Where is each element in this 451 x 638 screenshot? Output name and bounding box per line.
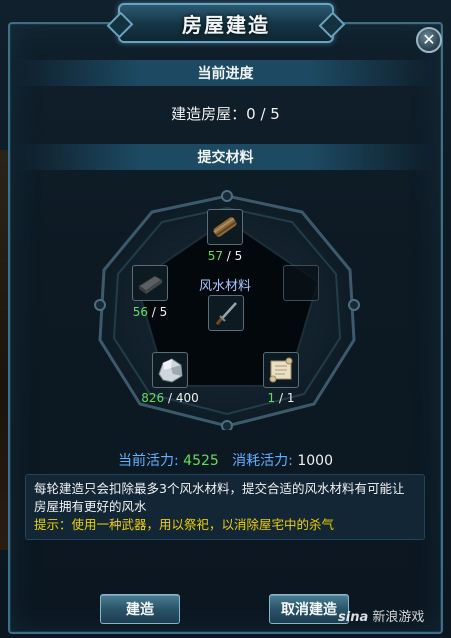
cancel-build-button[interactable]: 取消建造 <box>269 594 349 624</box>
current-vitality-label: 当前活力: <box>118 453 179 469</box>
cost-vitality-value: 1000 <box>297 453 333 469</box>
close-icon: ✕ <box>422 30 436 49</box>
sword-icon <box>215 302 237 325</box>
progress-separator: / <box>255 105 271 123</box>
material-slot-center[interactable] <box>208 295 244 331</box>
paper-scroll-icon <box>269 357 293 383</box>
count-have: 57 <box>207 249 223 263</box>
fengshui-material-label: 风水材料 <box>198 279 251 294</box>
materials-header-label: 提交材料 <box>197 150 254 166</box>
watermark-text: 新浪游戏 <box>372 610 425 625</box>
cancel-button-label: 取消建造 <box>281 602 337 618</box>
count-have: 826 <box>141 391 165 405</box>
count-need: / 400 <box>167 391 199 405</box>
cost-vitality-label: 消耗活力: <box>232 453 293 469</box>
build-button[interactable]: 建造 <box>100 594 180 624</box>
material-count-bottom-left: 826 / 400 <box>130 391 210 405</box>
title-plate: 房屋建造 <box>118 3 334 43</box>
count-have: 1 <box>267 391 276 405</box>
info-description: 每轮建造只会扣除最多3个风水材料，提交合适的风水材料有可能让房屋拥有更好的风水 <box>34 481 405 514</box>
material-count-top: 57 / 5 <box>185 249 265 263</box>
window-title: 房屋建造 <box>182 12 270 37</box>
ore-rock-icon <box>158 358 183 383</box>
material-slot-left[interactable] <box>132 265 168 301</box>
build-progress: 建造房屋：0 / 5 <box>0 103 451 124</box>
count-need: / 5 <box>226 249 243 263</box>
current-vitality-value: 4525 <box>183 453 219 469</box>
material-slot-bottom-right[interactable] <box>263 352 299 388</box>
info-tip: 提示：使用一种武器，用以祭祀，以消除屋宅中的杀气 <box>34 517 335 532</box>
vitality-stats: 当前活力: 4525 消耗活力: 1000 <box>0 450 451 470</box>
materials-section-header: 提交材料 <box>16 144 435 170</box>
progress-section-header: 当前进度 <box>16 60 435 86</box>
material-count-bottom-right: 1 / 1 <box>241 391 321 405</box>
progress-header-label: 当前进度 <box>197 66 254 82</box>
watermark-brand: sina <box>338 610 369 625</box>
material-count-left: 56 / 5 <box>110 305 190 319</box>
progress-current: 0 <box>246 105 256 123</box>
material-slot-top[interactable] <box>207 209 243 245</box>
close-button[interactable]: ✕ <box>416 27 442 53</box>
count-have: 56 <box>132 305 148 319</box>
material-slot-bottom-left[interactable] <box>152 352 188 388</box>
info-box: 每轮建造只会扣除最多3个风水材料，提交合适的风水材料有可能让房屋拥有更好的风水 … <box>25 474 425 540</box>
progress-total: 5 <box>270 105 280 123</box>
iron-ingot-icon <box>138 275 163 294</box>
count-need: / 1 <box>278 391 295 405</box>
background-edge <box>0 150 8 550</box>
bamboo-scroll-icon <box>213 217 237 237</box>
sina-watermark: sina 新浪游戏 <box>338 606 424 625</box>
material-slot-right-empty[interactable] <box>283 265 319 301</box>
progress-label: 建造房屋： <box>171 105 247 123</box>
count-need: / 5 <box>151 305 168 319</box>
house-build-window: 房屋建造 ✕ 当前进度 建造房屋：0 / 5 提交材料 57 / 5 56 / … <box>0 0 451 638</box>
build-button-label: 建造 <box>126 602 154 618</box>
